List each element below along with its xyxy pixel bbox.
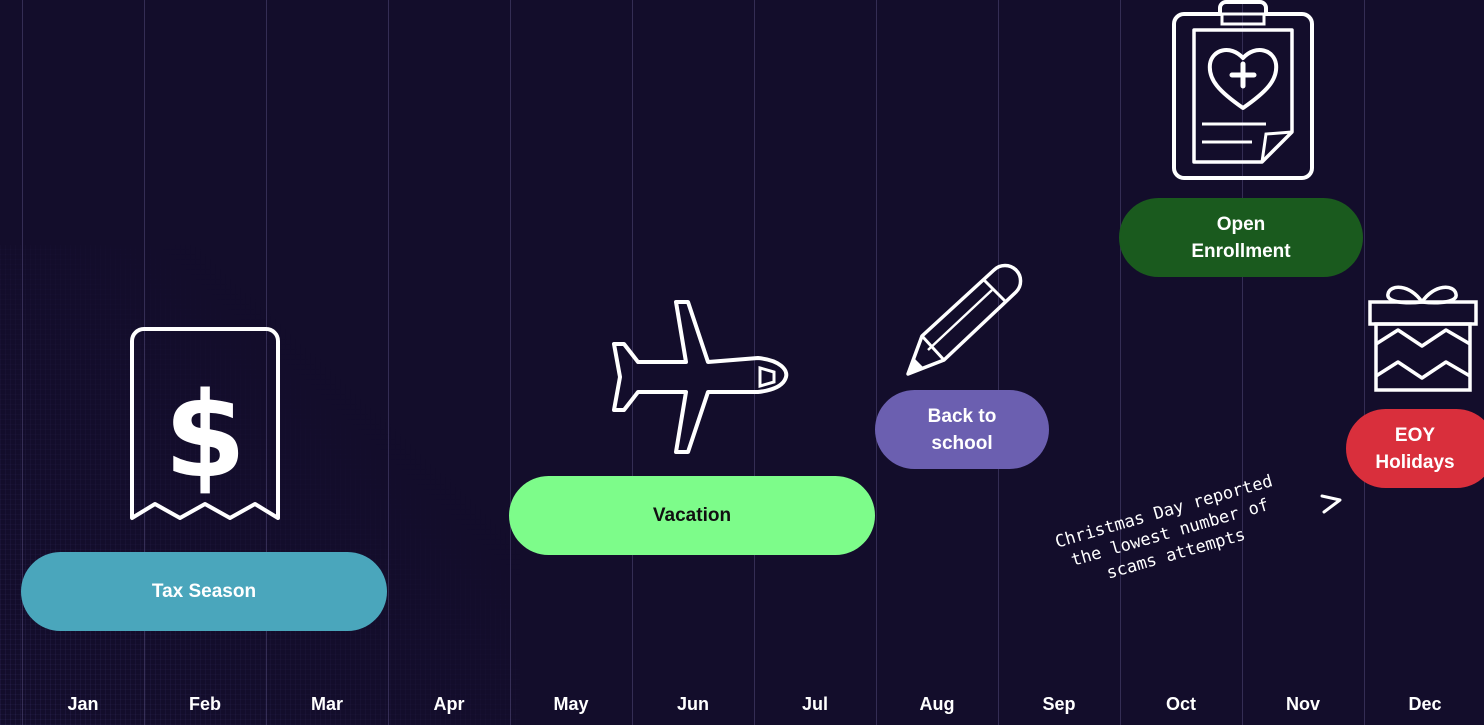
back-to-school-label-line1: Back to bbox=[927, 405, 997, 427]
vacation-pill: Vacation bbox=[509, 476, 875, 555]
open-enrollment-pill: Open Enrollment bbox=[1119, 198, 1363, 277]
gridline bbox=[876, 0, 877, 725]
month-label: Jul bbox=[801, 694, 828, 714]
svg-text:$: $ bbox=[164, 366, 246, 504]
month-label: Feb bbox=[188, 694, 221, 714]
open-enrollment-label-line1: Open bbox=[1216, 213, 1266, 235]
month-label: May bbox=[553, 694, 589, 714]
month-label: Oct bbox=[1165, 694, 1196, 714]
gridline bbox=[1120, 0, 1121, 725]
month-label: Nov bbox=[1285, 694, 1320, 714]
eoy-holidays-label-line2: Holidays bbox=[1375, 451, 1455, 473]
month-label: Sep bbox=[1042, 694, 1076, 714]
month-label: Apr bbox=[433, 694, 465, 714]
gift-box-icon bbox=[1368, 285, 1478, 392]
tax-season-label: Tax Season bbox=[151, 581, 257, 602]
pencil-icon bbox=[906, 263, 1023, 376]
month-label: Jun bbox=[676, 694, 709, 714]
back-to-school-pill: Back to school bbox=[875, 390, 1049, 469]
medical-clipboard-icon bbox=[1172, 0, 1314, 180]
tax-season-pill: Tax Season bbox=[21, 552, 387, 631]
month-label: Jan bbox=[67, 694, 99, 714]
open-enrollment-label-line2: Enrollment bbox=[1191, 240, 1291, 262]
month-label: Aug bbox=[919, 694, 955, 714]
month-label: Dec bbox=[1408, 694, 1442, 714]
gridline bbox=[1364, 0, 1365, 725]
airplane-icon bbox=[612, 300, 789, 454]
vacation-label: Vacation bbox=[652, 505, 732, 526]
arrow-icon bbox=[1320, 494, 1342, 514]
eoy-holidays-pill: EOY Holidays bbox=[1346, 409, 1484, 488]
back-to-school-label-line2: school bbox=[931, 432, 993, 454]
eoy-holidays-label-line1: EOY bbox=[1394, 424, 1436, 446]
gridline bbox=[388, 0, 389, 725]
month-label: Mar bbox=[310, 694, 343, 714]
receipt-dollar-icon: $ bbox=[130, 327, 280, 520]
gridline bbox=[22, 0, 23, 725]
christmas-annotation: Christmas Day reported the lowest number… bbox=[1026, 463, 1313, 604]
gridline bbox=[510, 0, 511, 725]
